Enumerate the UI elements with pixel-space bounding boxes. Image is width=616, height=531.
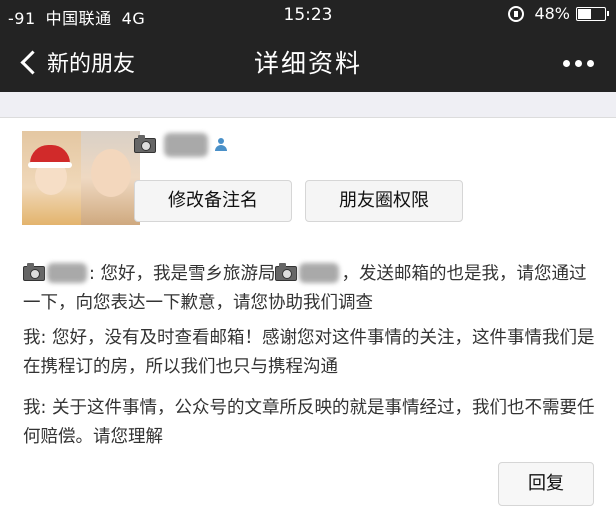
status-right: 48% <box>508 4 609 23</box>
camera-icon <box>275 263 298 281</box>
moments-permission-button[interactable]: 朋友圈权限 <box>305 180 463 222</box>
message-text: : 您好，我是雪乡旅游局 <box>89 264 276 284</box>
contact-name-row <box>134 133 228 157</box>
battery-percent: 48% <box>534 4 570 23</box>
redacted-name <box>164 133 208 157</box>
camera-icon <box>134 134 156 153</box>
message-3: 我: 关于这件事情，公众号的文章所反映的就是事情经过，我们也不需要任何赔偿。请您… <box>23 398 595 447</box>
page-title: 详细资料 <box>253 49 362 78</box>
status-bar: -91 中国联通 4G 15:23 48% <box>0 0 616 30</box>
reply-button[interactable]: 回复 <box>498 462 594 506</box>
edit-remark-button[interactable]: 修改备注名 <box>134 180 292 222</box>
redacted-name <box>299 263 340 283</box>
message-2: 我: 您好，没有及时查看邮箱！感谢您对这件事情的关注，这件事情我们是在携程订的房… <box>23 328 595 377</box>
camera-icon <box>23 263 45 281</box>
message-1: : 您好，我是雪乡旅游局 ，发送邮箱的也是我，请您通过一下，向您表达一下歉意，请您… <box>23 260 598 318</box>
nav-bar: 新的朋友 详细资料 <box>0 30 616 92</box>
gender-person-icon <box>214 138 228 152</box>
battery-icon <box>576 6 609 21</box>
santa-hat-icon <box>28 145 72 168</box>
rotation-lock-icon <box>508 5 525 22</box>
more-options-icon[interactable] <box>558 60 594 67</box>
avatar[interactable] <box>22 131 140 225</box>
verification-messages: : 您好，我是雪乡旅游局 ，发送邮箱的也是我，请您通过一下，向您表达一下歉意，请您… <box>0 238 616 531</box>
redacted-name <box>47 263 87 283</box>
profile-card: 修改备注名 朋友圈权限 <box>0 117 616 239</box>
